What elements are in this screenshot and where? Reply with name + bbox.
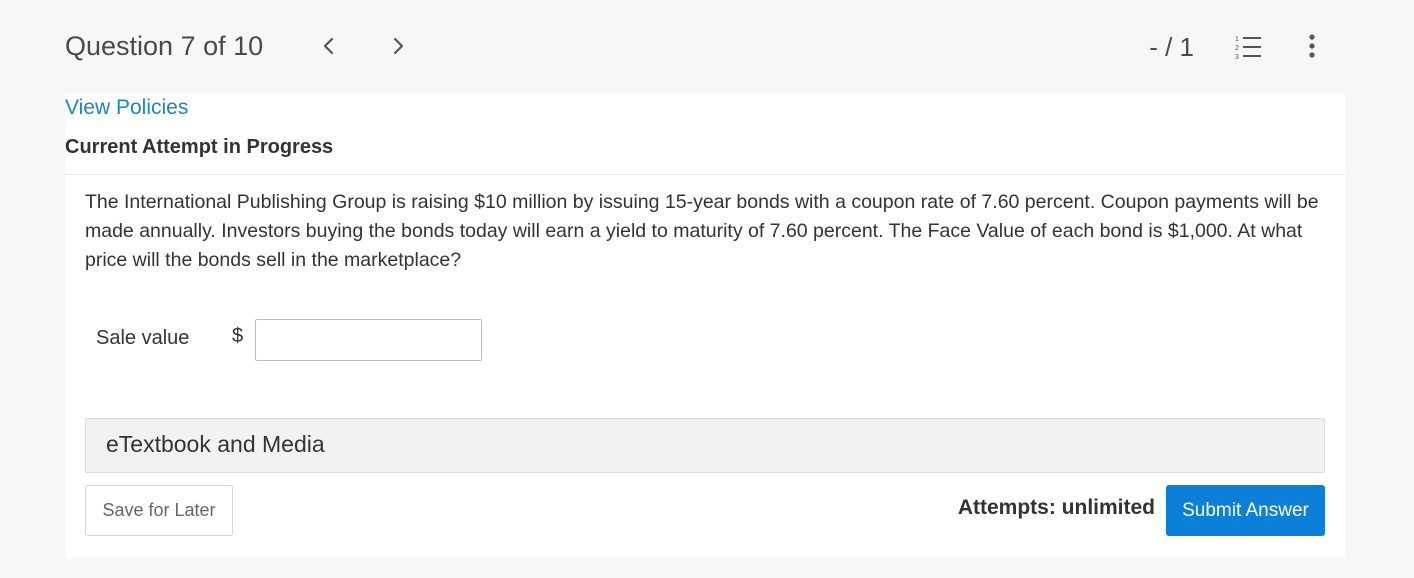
question-header: Question 7 of 10 - / 1 1 2 3 [0,0,1414,94]
numbered-list-icon: 1 2 3 [1235,36,1261,61]
etextbook-media-label: eTextbook and Media [106,431,325,457]
question-panel: View Policies Current Attempt in Progres… [65,94,1345,558]
view-policies-link[interactable]: View Policies [65,96,188,120]
question-title: Question 7 of 10 [65,31,264,61]
save-for-later-button[interactable]: Save for Later [85,485,233,536]
more-options-button[interactable] [1300,32,1324,62]
score-display: - / 1 [1149,32,1194,62]
submit-answer-button[interactable]: Submit Answer [1166,485,1325,536]
previous-question-button[interactable] [315,32,343,60]
question-text: The International Publishing Group is ra… [85,191,1319,271]
divider [65,174,1345,175]
attempt-heading: Current Attempt in Progress [65,136,334,158]
currency-symbol: $ [232,325,244,347]
etextbook-media-section[interactable]: eTextbook and Media [85,418,1325,473]
more-vertical-icon [1309,34,1315,58]
chevron-right-icon [393,37,404,55]
sale-value-input[interactable] [255,319,482,361]
svg-text:1: 1 [1235,36,1239,43]
chevron-left-icon [323,37,334,55]
svg-text:3: 3 [1235,54,1239,61]
sale-value-label: Sale value [96,327,190,349]
svg-text:2: 2 [1235,45,1239,52]
next-question-button[interactable] [384,32,412,60]
attempts-counter: Attempts: unlimited [957,496,1155,519]
question-list-button[interactable]: 1 2 3 [1233,32,1263,62]
